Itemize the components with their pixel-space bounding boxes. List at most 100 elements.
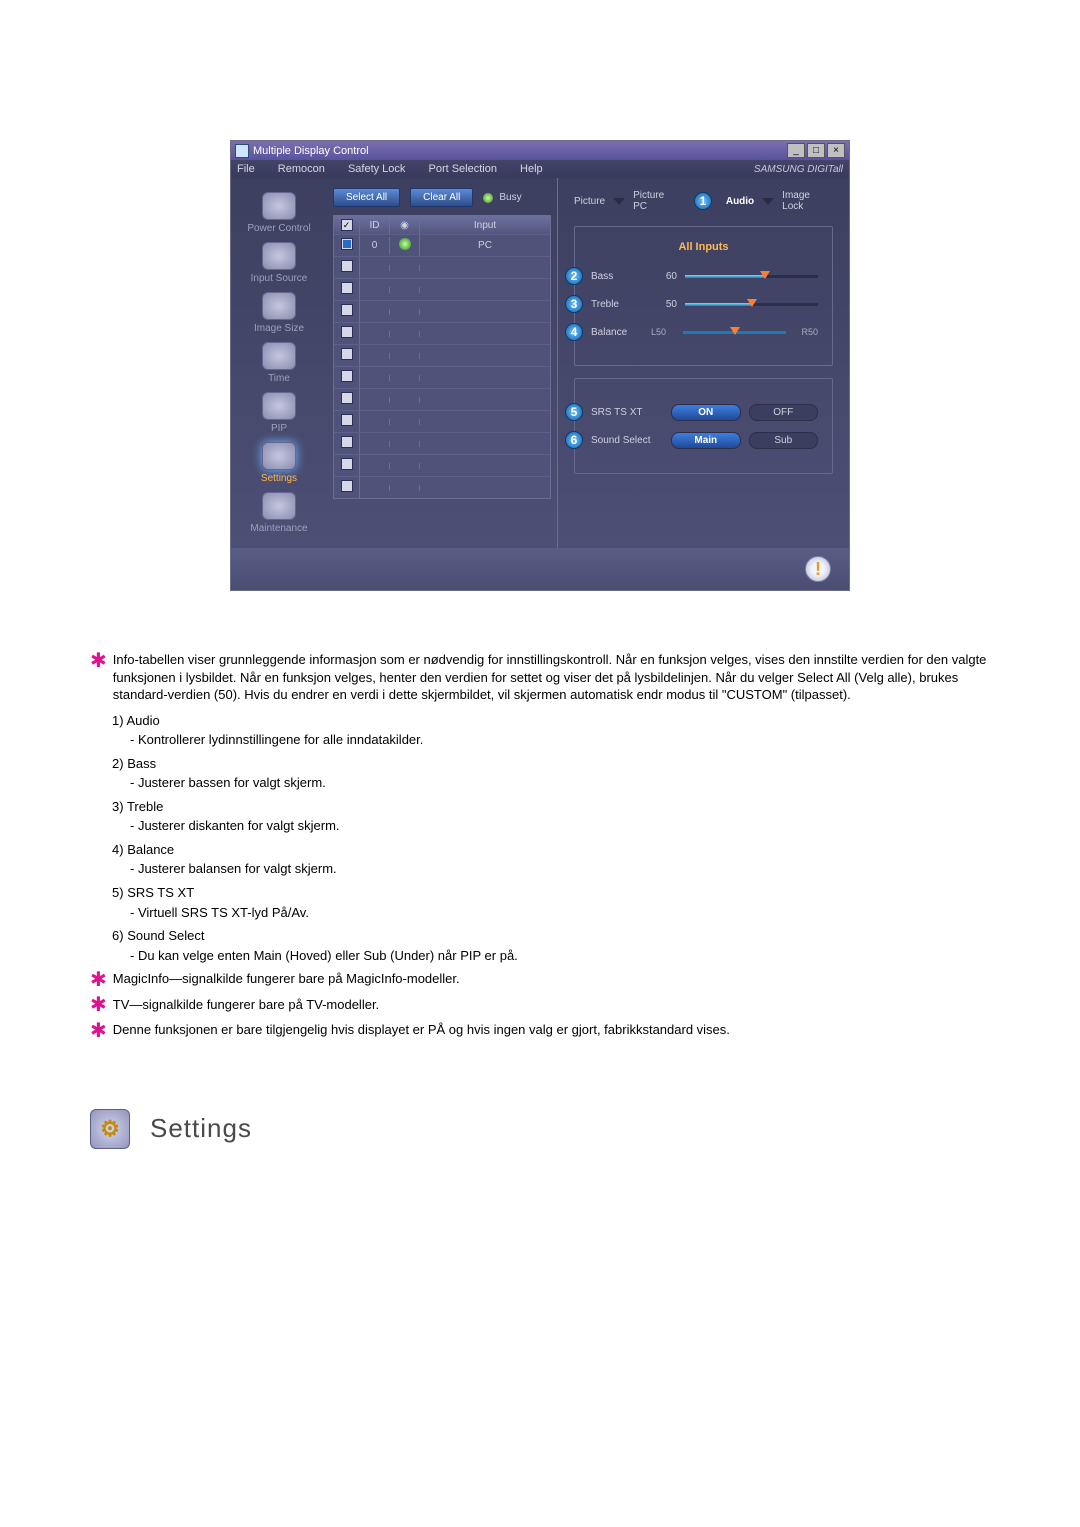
- row-checkbox[interactable]: [341, 304, 353, 316]
- callout-2: 2: [565, 267, 583, 285]
- row-checkbox[interactable]: [341, 348, 353, 360]
- row-id: 0: [360, 237, 390, 254]
- sidebar-item-settings[interactable]: Settings: [261, 442, 297, 484]
- callout-5: 5: [565, 403, 583, 421]
- list-item: 5) SRS TS XT - Virtuell SRS TS XT-lyd På…: [112, 884, 990, 921]
- menu-file[interactable]: File: [237, 163, 265, 175]
- srs-row: 5 SRS TS XT ON OFF: [589, 403, 818, 421]
- menu-port-selection[interactable]: Port Selection: [428, 163, 506, 175]
- srs-on-button[interactable]: ON: [671, 404, 741, 421]
- bass-row: 2 Bass 60: [589, 267, 818, 285]
- balance-right: R50: [794, 327, 818, 337]
- image-size-icon: [262, 292, 296, 320]
- bass-value: 60: [651, 271, 677, 282]
- numbered-list: 1) Audio - Kontrollerer lydinnstillingen…: [112, 712, 990, 965]
- sidebar-label: Time: [262, 373, 296, 384]
- grid-header: ✓ ID ◉ Input: [334, 216, 550, 234]
- header-checkbox[interactable]: ✓: [341, 219, 353, 231]
- intro-text: Info-tabellen viser grunnleggende inform…: [113, 651, 990, 704]
- row-checkbox[interactable]: [341, 480, 353, 492]
- statusbar: !: [231, 548, 849, 590]
- menu-remocon[interactable]: Remocon: [278, 163, 335, 175]
- bass-slider[interactable]: [685, 270, 818, 282]
- row-checkbox[interactable]: [341, 326, 353, 338]
- callout-3: 3: [565, 295, 583, 313]
- tab-picture-pc[interactable]: Picture PC: [633, 190, 680, 212]
- list-item: 4) Balance - Justerer balansen for valgt…: [112, 841, 990, 878]
- sidebar-label: Power Control: [247, 223, 310, 234]
- list-item: 1) Audio - Kontrollerer lydinnstillingen…: [112, 712, 990, 749]
- brand-label: SAMSUNG DIGITall: [754, 164, 843, 175]
- menu-safety-lock[interactable]: Safety Lock: [348, 163, 415, 175]
- audio-options-box: 5 SRS TS XT ON OFF 6 Sound Select Main S…: [574, 378, 833, 474]
- tab-picture[interactable]: Picture: [574, 196, 605, 207]
- table-row[interactable]: 0 PC: [334, 234, 550, 256]
- time-icon: [262, 342, 296, 370]
- tab-image-lock[interactable]: Image Lock: [782, 190, 833, 212]
- callout-6: 6: [565, 431, 583, 449]
- sidebar-label: PIP: [262, 423, 296, 434]
- note-text: TV—signalkilde fungerer bare på TV-model…: [113, 996, 990, 1014]
- table-row: [334, 476, 550, 498]
- star-icon: ✱: [90, 998, 107, 1012]
- sidebar-label: Settings: [261, 473, 297, 484]
- busy-label: Busy: [499, 192, 521, 203]
- clear-all-button[interactable]: Clear All: [410, 188, 473, 207]
- menu-help[interactable]: Help: [520, 163, 553, 175]
- sound-select-label: Sound Select: [591, 435, 663, 446]
- treble-label: Treble: [591, 299, 643, 310]
- table-row: [334, 454, 550, 476]
- sound-sub-button[interactable]: Sub: [749, 432, 819, 449]
- row-checkbox[interactable]: [341, 414, 353, 426]
- app-icon: [235, 144, 249, 158]
- row-checkbox[interactable]: [341, 458, 353, 470]
- input-source-icon: [262, 242, 296, 270]
- srs-off-button[interactable]: OFF: [749, 404, 819, 421]
- list-item: 2) Bass - Justerer bassen for valgt skje…: [112, 755, 990, 792]
- select-all-button[interactable]: Select All: [333, 188, 400, 207]
- pip-icon: [262, 392, 296, 420]
- balance-slider[interactable]: [683, 326, 786, 338]
- sidebar-item-image-size[interactable]: Image Size: [254, 292, 304, 334]
- row-checkbox[interactable]: [341, 392, 353, 404]
- row-checkbox[interactable]: [341, 282, 353, 294]
- list-item: 6) Sound Select - Du kan velge enten Mai…: [112, 927, 990, 964]
- row-checkbox[interactable]: [341, 436, 353, 448]
- table-row: [334, 388, 550, 410]
- sidebar-label: Image Size: [254, 323, 304, 334]
- row-checkbox[interactable]: [341, 370, 353, 382]
- sidebar: Power Control Input Source Image Size Ti…: [231, 178, 327, 548]
- tab-sep-icon: [762, 198, 774, 205]
- callout-4: 4: [565, 323, 583, 341]
- star-icon: ✱: [90, 1024, 107, 1038]
- sound-main-button[interactable]: Main: [671, 432, 741, 449]
- close-button[interactable]: ×: [827, 143, 845, 158]
- tab-audio[interactable]: Audio: [726, 196, 754, 207]
- row-checkbox[interactable]: [341, 260, 353, 272]
- sidebar-item-input-source[interactable]: Input Source: [251, 242, 308, 284]
- treble-slider[interactable]: [685, 298, 818, 310]
- audio-sliders-box: All Inputs 2 Bass 60 3 Treble 50: [574, 226, 833, 366]
- settings-section-icon: ⚙: [90, 1109, 130, 1149]
- maximize-button[interactable]: □: [807, 143, 825, 158]
- col-id: ID: [360, 217, 390, 234]
- list-item: 3) Treble - Justerer diskanten for valgt…: [112, 798, 990, 835]
- balance-row: 4 Balance L50 R50: [589, 323, 818, 341]
- row-checkbox[interactable]: [341, 238, 353, 250]
- bass-label: Bass: [591, 271, 643, 282]
- sound-select-row: 6 Sound Select Main Sub: [589, 431, 818, 449]
- menubar: File Remocon Safety Lock Port Selection …: [231, 160, 849, 178]
- busy-dot-icon: [483, 193, 493, 203]
- minimize-button[interactable]: _: [787, 143, 805, 158]
- device-grid: ✓ ID ◉ Input 0 PC: [333, 215, 551, 499]
- star-icon: ✱: [90, 654, 107, 668]
- maintenance-icon: [262, 492, 296, 520]
- table-row: [334, 256, 550, 278]
- sidebar-item-pip[interactable]: PIP: [262, 392, 296, 434]
- table-row: [334, 344, 550, 366]
- sidebar-item-maintenance[interactable]: Maintenance: [250, 492, 307, 534]
- sidebar-label: Maintenance: [250, 523, 307, 534]
- sidebar-item-power-control[interactable]: Power Control: [247, 192, 310, 234]
- sidebar-item-time[interactable]: Time: [262, 342, 296, 384]
- balance-left: L50: [651, 327, 675, 337]
